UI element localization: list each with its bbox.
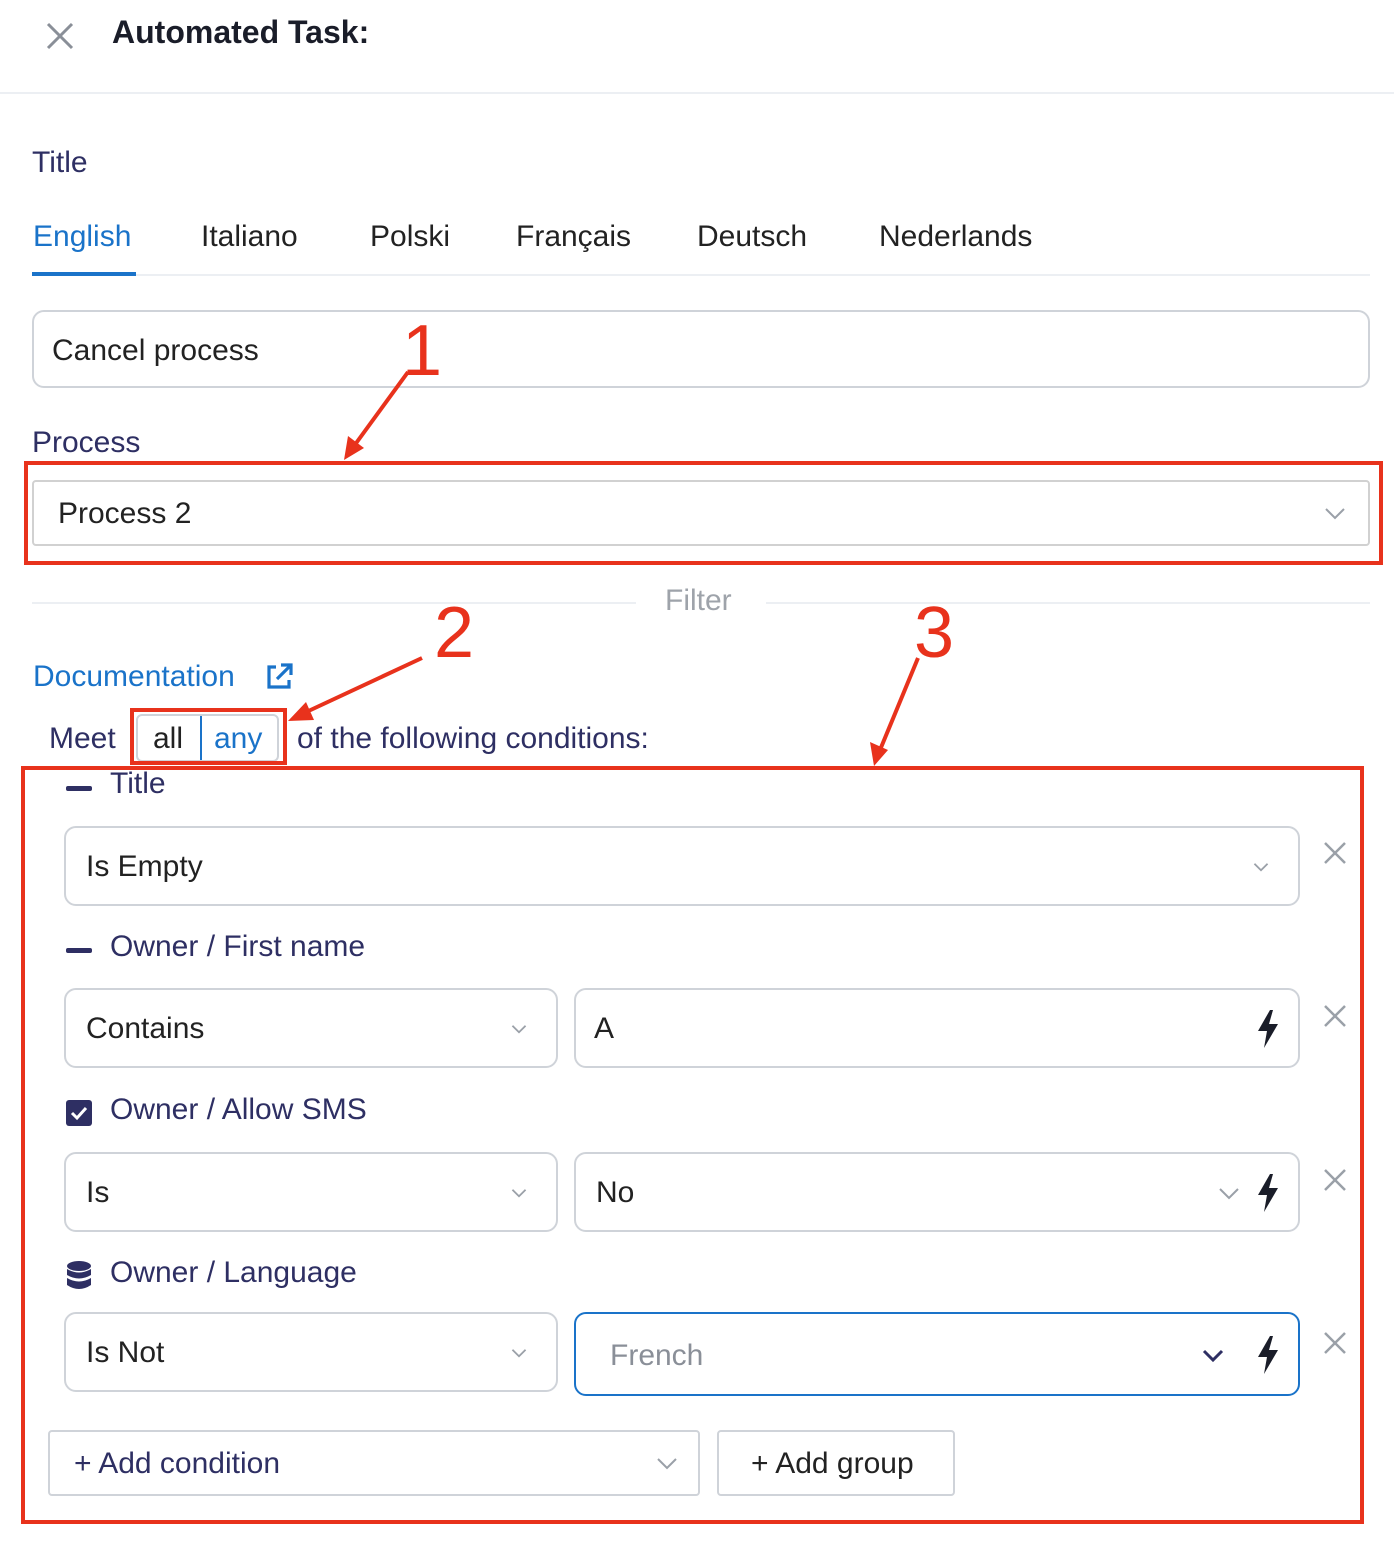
active-tab-underline [32, 272, 136, 276]
add-group-label: + Add group [751, 1447, 914, 1480]
condition-value-select[interactable]: French [574, 1312, 1300, 1396]
condition-field-first-name: Owner / First name [110, 930, 366, 963]
title-input-value: Cancel process [52, 334, 259, 367]
condition-field-language: Owner / Language [110, 1256, 357, 1289]
operator-value: Is Empty [86, 850, 203, 883]
add-condition-select[interactable]: + Add condition [48, 1430, 700, 1496]
filter-divider-label: Filter [665, 584, 732, 617]
lightning-icon[interactable] [1256, 1174, 1280, 1212]
external-link-icon[interactable] [264, 662, 294, 692]
toggle-all-button[interactable]: all [153, 722, 183, 756]
documentation-link[interactable]: Documentation [33, 660, 235, 694]
condition-value-select[interactable]: No [574, 1152, 1300, 1232]
minus-icon[interactable] [66, 948, 92, 953]
annotation-number-1: 1 [402, 311, 443, 391]
chevron-down-icon [1219, 1188, 1239, 1200]
annotation-number-3: 3 [914, 593, 955, 673]
chevron-down-icon [511, 1349, 527, 1358]
chevron-down-icon [1253, 863, 1269, 872]
chevron-down-icon [657, 1458, 677, 1470]
minus-icon[interactable] [66, 786, 92, 791]
meet-suffix: of the following conditions: [297, 722, 649, 755]
remove-condition-icon[interactable] [1323, 1004, 1347, 1028]
condition-operator-select[interactable]: Is Not [64, 1312, 558, 1392]
chevron-down-icon [511, 1025, 527, 1034]
chevron-down-icon [1202, 1349, 1224, 1363]
chevron-down-icon [1325, 508, 1345, 520]
condition-field-title: Title [110, 767, 166, 800]
toggle-any-button[interactable]: any [214, 722, 262, 756]
annotation-arrow-2 [288, 656, 423, 721]
annotation-number-2: 2 [434, 593, 475, 673]
condition-field-allow-sms: Owner / Allow SMS [110, 1093, 367, 1126]
process-select[interactable]: Process 2 [32, 480, 1370, 546]
condition-value-placeholder: French [610, 1339, 704, 1372]
condition-operator-select[interactable]: Is Empty [64, 826, 1300, 906]
title-input[interactable]: Cancel process [32, 310, 1370, 388]
operator-value: Is Not [86, 1336, 165, 1369]
tab-nederlands[interactable]: Nederlands [879, 220, 1032, 254]
remove-condition-icon[interactable] [1323, 1168, 1347, 1192]
close-icon[interactable] [44, 20, 76, 52]
annotation-arrow-3 [870, 657, 920, 766]
tabs-divider [32, 274, 1370, 276]
database-icon[interactable] [66, 1261, 92, 1291]
tab-english[interactable]: English [33, 220, 131, 254]
filter-divider-left [32, 602, 636, 604]
operator-value: Contains [86, 1012, 205, 1045]
lightning-icon[interactable] [1256, 1336, 1280, 1374]
toggle-separator [200, 716, 202, 760]
filter-divider-right [766, 602, 1370, 604]
operator-value: Is [86, 1176, 110, 1209]
tab-polski[interactable]: Polski [370, 220, 450, 254]
tab-italiano[interactable]: Italiano [201, 220, 298, 254]
add-group-button[interactable]: + Add group [717, 1430, 955, 1496]
remove-condition-icon[interactable] [1323, 841, 1347, 865]
match-mode-toggle: all any [136, 714, 279, 762]
add-condition-label: + Add condition [74, 1447, 281, 1480]
remove-condition-icon[interactable] [1323, 1331, 1347, 1355]
lightning-icon[interactable] [1256, 1010, 1280, 1048]
condition-value: No [596, 1176, 635, 1209]
tab-deutsch[interactable]: Deutsch [697, 220, 807, 254]
chevron-down-icon [511, 1189, 527, 1198]
process-section-label: Process [32, 426, 141, 459]
meet-prefix: Meet [49, 722, 116, 755]
tab-francais[interactable]: Français [516, 220, 631, 254]
condition-operator-select[interactable]: Is [64, 1152, 558, 1232]
condition-operator-select[interactable]: Contains [64, 988, 558, 1068]
dialog-title: Automated Task: [112, 14, 370, 50]
condition-value: A [594, 1012, 615, 1045]
condition-value-input[interactable]: A [574, 988, 1300, 1068]
checkbox-checked-icon[interactable] [66, 1100, 92, 1126]
process-select-value: Process 2 [58, 497, 192, 530]
title-section-label: Title [32, 146, 88, 179]
